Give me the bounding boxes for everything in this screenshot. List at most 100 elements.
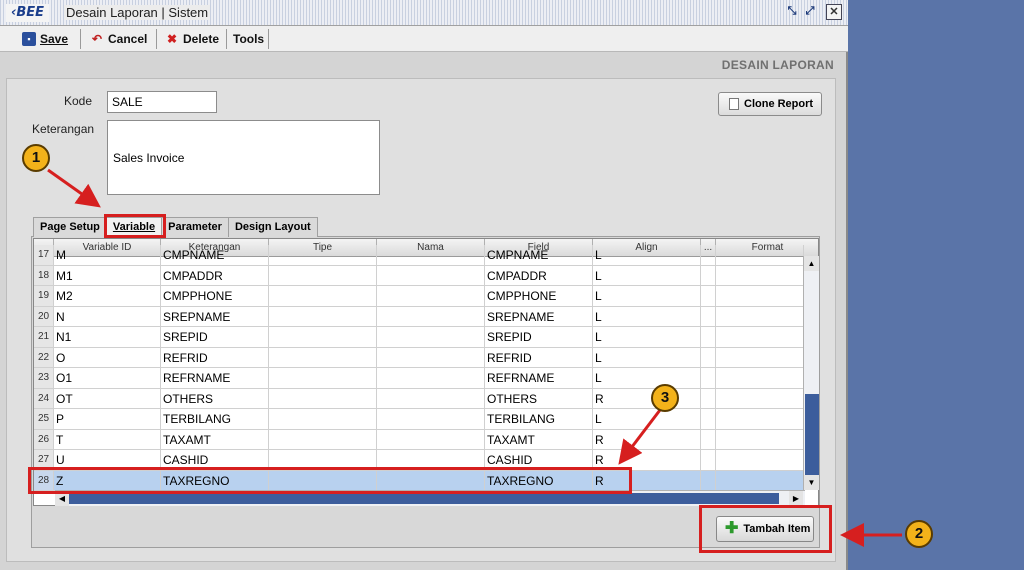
cell-tipe[interactable]	[269, 327, 377, 347]
table-row[interactable]: 19 M2 CMPPHONE CMPPHONE L	[34, 286, 804, 307]
cell-field[interactable]: REFRNAME	[485, 368, 593, 388]
cell-tipe[interactable]	[269, 306, 377, 326]
tab-parameter[interactable]: Parameter	[161, 217, 229, 237]
tab-page-setup[interactable]: Page Setup	[33, 217, 107, 237]
cell-id[interactable]: T	[54, 429, 161, 449]
clone-report-button[interactable]: Clone Report	[718, 92, 822, 116]
cell-ket[interactable]: REFRNAME	[161, 368, 269, 388]
cell-nama[interactable]	[377, 265, 485, 285]
cell-ket[interactable]: CMPNAME	[161, 245, 269, 265]
cell-format[interactable]	[716, 388, 804, 408]
delete-button[interactable]: ✖ Delete	[165, 30, 219, 48]
cell-field[interactable]: TAXAMT	[485, 429, 593, 449]
save-button[interactable]: ▪ Save	[22, 30, 68, 48]
cell-tipe[interactable]	[269, 286, 377, 306]
table-row[interactable]: 18 M1 CMPADDR CMPADDR L	[34, 265, 804, 286]
cell-align[interactable]: R	[593, 388, 701, 408]
cell-align[interactable]: L	[593, 265, 701, 285]
cell-field[interactable]: CMPADDR	[485, 265, 593, 285]
cell-tipe[interactable]	[269, 245, 377, 265]
cell-field[interactable]: TERBILANG	[485, 409, 593, 429]
cell-format[interactable]	[716, 286, 804, 306]
cell-format[interactable]	[716, 245, 804, 265]
cell-more[interactable]	[701, 429, 716, 449]
cell-tipe[interactable]	[269, 347, 377, 367]
cell-nama[interactable]	[377, 368, 485, 388]
cell-id[interactable]: O1	[54, 368, 161, 388]
cell-nama[interactable]	[377, 286, 485, 306]
cell-more[interactable]	[701, 470, 716, 490]
table-row[interactable]: 20 N SREPNAME SREPNAME L	[34, 306, 804, 327]
cell-align[interactable]: L	[593, 368, 701, 388]
cell-tipe[interactable]	[269, 368, 377, 388]
cell-align[interactable]: L	[593, 306, 701, 326]
cell-field[interactable]: REFRID	[485, 347, 593, 367]
restore-icon[interactable]: ⤡	[784, 4, 800, 20]
cell-tipe[interactable]	[269, 388, 377, 408]
hscroll-thumb[interactable]	[69, 493, 779, 504]
cell-more[interactable]	[701, 409, 716, 429]
cell-ket[interactable]: REFRID	[161, 347, 269, 367]
cell-align[interactable]: L	[593, 347, 701, 367]
cell-more[interactable]	[701, 245, 716, 265]
cell-id[interactable]: OT	[54, 388, 161, 408]
tab-design-layout[interactable]: Design Layout	[227, 217, 318, 237]
cell-format[interactable]	[716, 368, 804, 388]
cell-more[interactable]	[701, 306, 716, 326]
cell-ket[interactable]: CMPPHONE	[161, 286, 269, 306]
cell-nama[interactable]	[377, 347, 485, 367]
cell-more[interactable]	[701, 450, 716, 470]
cell-tipe[interactable]	[269, 429, 377, 449]
table-row[interactable]: 21 N1 SREPID SREPID L	[34, 327, 804, 348]
cell-format[interactable]	[716, 450, 804, 470]
scroll-down-icon[interactable]: ▼	[804, 475, 819, 490]
table-row[interactable]: 26 T TAXAMT TAXAMT R	[34, 429, 804, 450]
maximize-icon[interactable]: ⤢	[802, 4, 818, 20]
cell-more[interactable]	[701, 286, 716, 306]
cell-id[interactable]: M2	[54, 286, 161, 306]
cell-align[interactable]: L	[593, 286, 701, 306]
cell-align[interactable]: R	[593, 429, 701, 449]
cell-id[interactable]: N	[54, 306, 161, 326]
cell-format[interactable]	[716, 347, 804, 367]
cell-format[interactable]	[716, 327, 804, 347]
cell-nama[interactable]	[377, 245, 485, 265]
cell-more[interactable]	[701, 388, 716, 408]
scroll-up-icon[interactable]: ▲	[804, 256, 819, 271]
cell-field[interactable]: OTHERS	[485, 388, 593, 408]
table-row[interactable]: 25 P TERBILANG TERBILANG L	[34, 409, 804, 430]
cell-ket[interactable]: CMPADDR	[161, 265, 269, 285]
cell-more[interactable]	[701, 327, 716, 347]
cell-nama[interactable]	[377, 388, 485, 408]
cell-id[interactable]: O	[54, 347, 161, 367]
vertical-scrollbar[interactable]: ▲ ▼	[803, 256, 819, 490]
cell-more[interactable]	[701, 368, 716, 388]
cell-field[interactable]: SREPID	[485, 327, 593, 347]
cell-format[interactable]	[716, 470, 804, 490]
cell-nama[interactable]	[377, 306, 485, 326]
cell-id[interactable]: N1	[54, 327, 161, 347]
cell-ket[interactable]: TAXAMT	[161, 429, 269, 449]
cell-tipe[interactable]	[269, 265, 377, 285]
cell-format[interactable]	[716, 409, 804, 429]
cell-align[interactable]: L	[593, 409, 701, 429]
cell-format[interactable]	[716, 429, 804, 449]
cell-field[interactable]: CMPNAME	[485, 245, 593, 265]
cell-nama[interactable]	[377, 327, 485, 347]
table-row[interactable]: 23 O1 REFRNAME REFRNAME L	[34, 368, 804, 389]
scroll-right-icon[interactable]: ▶	[789, 491, 803, 506]
cell-ket[interactable]: OTHERS	[161, 388, 269, 408]
scroll-thumb[interactable]	[805, 394, 819, 476]
cell-align[interactable]: L	[593, 245, 701, 265]
cell-id[interactable]: M1	[54, 265, 161, 285]
keterangan-field[interactable]: Sales Invoice	[107, 120, 380, 195]
cell-nama[interactable]	[377, 429, 485, 449]
cell-tipe[interactable]	[269, 409, 377, 429]
cell-ket[interactable]: TERBILANG	[161, 409, 269, 429]
cell-ket[interactable]: SREPID	[161, 327, 269, 347]
table-row[interactable]: 17 M CMPNAME CMPNAME L	[34, 245, 804, 266]
cell-id[interactable]: M	[54, 245, 161, 265]
cell-nama[interactable]	[377, 409, 485, 429]
cell-more[interactable]	[701, 347, 716, 367]
cell-more[interactable]	[701, 265, 716, 285]
